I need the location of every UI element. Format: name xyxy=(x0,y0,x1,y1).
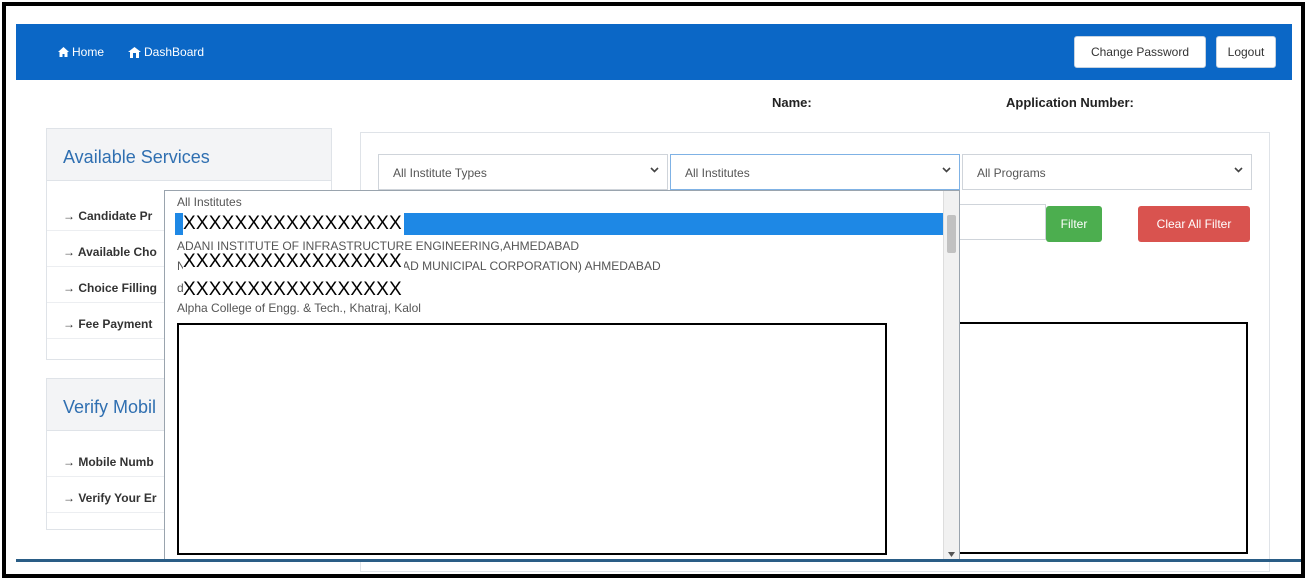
redacted-option-text: XXXXXXXXXXXXXXXXX xyxy=(183,251,404,273)
clear-all-filter-button[interactable]: Clear All Filter xyxy=(1138,206,1250,242)
dropdown-option[interactable]: Alpha College of Engg. & Tech., Khatraj,… xyxy=(177,301,421,315)
name-label: Name: xyxy=(772,95,812,110)
institute-value: All Institutes xyxy=(685,166,750,180)
program-select[interactable]: All Programs xyxy=(962,154,1252,190)
institute-type-value: All Institute Types xyxy=(393,166,487,180)
filter-button[interactable]: Filter xyxy=(1046,206,1102,242)
redacted-option-text: XXXXXXXXXXXXXXXXX xyxy=(183,279,404,301)
top-navbar: Home DashBoard Change Password Logout xyxy=(16,24,1292,80)
dashboard-label: DashBoard xyxy=(144,45,205,59)
dropdown-scrollbar[interactable] xyxy=(943,191,959,561)
dashboard-icon xyxy=(128,46,141,58)
screenshot-frame: Home DashBoard Change Password Logout Na… xyxy=(2,2,1305,578)
filter-search-input[interactable] xyxy=(946,204,1046,240)
scroll-down-icon[interactable] xyxy=(948,552,955,557)
program-value: All Programs xyxy=(977,166,1046,180)
change-password-button[interactable]: Change Password xyxy=(1074,36,1206,68)
home-label: Home xyxy=(72,45,105,59)
redacted-option-text: XXXXXXXXXXXXXXXXX xyxy=(183,213,404,235)
available-services-title: Available Services xyxy=(47,129,331,181)
dropdown-option-all-institutes[interactable]: All Institutes xyxy=(177,195,242,209)
scrollbar-thumb[interactable] xyxy=(947,215,956,253)
institute-dropdown-list[interactable]: All Institutes ADANI INSTITUTE OF INFRAS… xyxy=(164,190,960,562)
institute-select[interactable]: All Institutes xyxy=(670,154,960,190)
home-link[interactable]: Home xyxy=(58,45,104,59)
chevron-down-icon xyxy=(1234,167,1243,173)
chevron-down-icon xyxy=(650,167,659,173)
application-number-label: Application Number: xyxy=(1006,95,1134,110)
institute-type-select[interactable]: All Institute Types xyxy=(378,154,668,190)
home-icon xyxy=(58,47,69,57)
chevron-down-icon xyxy=(942,167,951,173)
logout-button[interactable]: Logout xyxy=(1216,36,1276,68)
footer-divider xyxy=(16,559,1301,562)
dashboard-link[interactable]: DashBoard xyxy=(128,45,204,59)
redacted-area-left xyxy=(177,323,887,555)
redacted-area-right xyxy=(958,322,1248,554)
